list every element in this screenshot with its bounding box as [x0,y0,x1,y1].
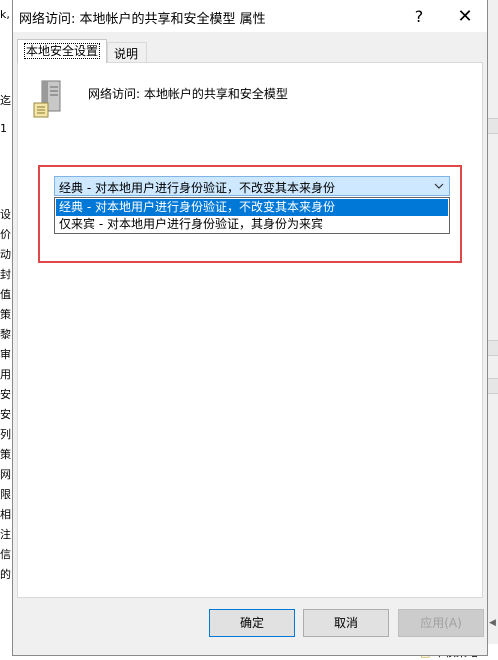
bg-char: 限 [0,488,11,501]
bg-char: 网 [0,468,11,481]
bg-char: 黎 [0,328,11,341]
cancel-button[interactable]: 取消 [303,609,389,637]
help-icon: ? [414,6,424,26]
help-button[interactable]: ? [396,0,442,32]
bg-char: 设 [0,208,11,221]
security-model-combobox[interactable]: 经典 - 对本地用户进行身份验证，不改变其本来身份 [54,176,450,196]
ok-button[interactable]: 确定 [209,609,295,637]
tab-explain[interactable]: 说明 [107,42,147,64]
bg-char: 值 [0,288,11,301]
bg-char: 价 [0,228,11,241]
option-classic[interactable]: 经典 - 对本地用户进行身份验证，不改变其本来身份 [56,199,448,216]
bg-char: 迄 [0,94,11,107]
bg-char: 封 [0,268,11,281]
combobox-selected-value: 经典 - 对本地用户进行身份验证，不改变其本来身份 [59,181,335,195]
bg-char: 动 [0,248,11,261]
apply-button[interactable]: 应用(A) [398,609,484,637]
server-icon [33,80,61,118]
bg-char: 用 [0,368,11,381]
bg-triangle-icon: ◀ [489,618,496,628]
combobox-dropdown-list: 经典 - 对本地用户进行身份验证，不改变其本来身份 仅来宾 - 对本地用户进行身… [54,197,450,234]
bg-char: 安 [0,388,11,401]
close-icon: ✕ [457,5,473,27]
close-button[interactable]: ✕ [442,0,488,32]
tab-label: 本地安全设置 [24,43,101,59]
bg-scroll-mark [488,118,498,134]
bg-char: 安 [0,408,11,421]
tab-local-security-setting[interactable]: 本地安全设置 [17,39,108,63]
bg-char: 信 [0,548,11,561]
option-guest-only[interactable]: 仅来宾 - 对本地用户进行身份验证，其身份为来宾 [56,216,448,233]
background-window-right: ◀ [488,0,498,656]
bg-char: 策 [0,448,11,461]
title-bar[interactable]: 网络访问: 本地帐户的共享和安全模型 属性 ? ✕ [13,0,487,32]
bg-scroll-mark [488,340,498,356]
bg-char: k, [0,8,10,21]
properties-dialog: 网络访问: 本地帐户的共享和安全模型 属性 ? ✕ 本地安全设置 说明 网络访问… [12,0,488,656]
bg-char: 注 [0,528,11,541]
bg-char: 审 [0,348,11,361]
bg-char: 策 [0,308,11,321]
policy-name: 网络访问: 本地帐户的共享和安全模型 [88,87,288,101]
bg-char: 1 [0,122,7,135]
bg-char: 的 [0,568,11,581]
dialog-title: 网络访问: 本地帐户的共享和安全模型 属性 [19,12,266,27]
chevron-down-icon [434,183,444,189]
tab-label: 说明 [114,47,139,61]
bg-char: 相 [0,508,11,521]
bg-char: 列 [0,428,11,441]
bg-scroll-mark [488,378,498,394]
tab-panel: 网络访问: 本地帐户的共享和安全模型 经典 - 对本地用户进行身份验证，不改变其… [17,62,483,598]
